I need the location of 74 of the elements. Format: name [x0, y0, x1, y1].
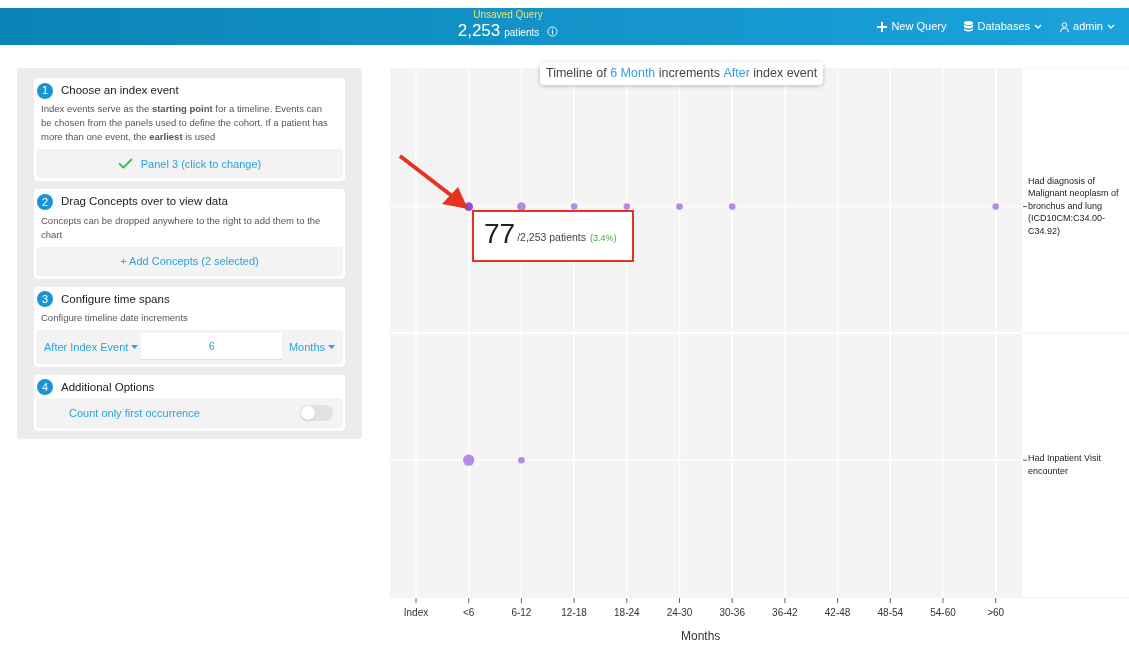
database-icon: [964, 21, 974, 32]
count-percent: (3.4%): [590, 231, 617, 245]
data-point[interactable]: [992, 203, 999, 210]
axis-tick: [415, 597, 417, 604]
count-total: /2,253 patients: [517, 230, 587, 246]
step-title: Additional Options: [61, 379, 155, 395]
plus-icon: [877, 21, 888, 32]
axis-tick: [573, 597, 575, 604]
arrow-annotation: [398, 154, 470, 212]
axis-tick: [1022, 206, 1028, 208]
axis-tick: [679, 597, 680, 604]
patient-count: 2,253: [457, 21, 501, 41]
step-description: Concepts can be dropped anywhere to the right to add them to the chart: [40, 213, 322, 242]
axis-label: 12-18: [561, 606, 587, 620]
axis-label: 48-54: [877, 606, 904, 620]
axis-tick: [1022, 459, 1028, 461]
axis-tick: [889, 597, 891, 604]
axis-tick: [942, 597, 944, 604]
new-query-button[interactable]: New Query: [877, 18, 947, 35]
axis-label: 42-48: [824, 606, 851, 620]
axis-label: 6-12: [511, 606, 532, 620]
data-point[interactable]: [517, 202, 526, 211]
step-number: 4: [37, 379, 53, 396]
step-title: Drag Concepts over to view data: [61, 194, 228, 210]
option-label: Count only first occurrence: [69, 405, 200, 421]
patient-label: patients: [504, 26, 540, 40]
data-point[interactable]: [570, 203, 578, 210]
data-point[interactable]: [676, 203, 683, 210]
axis-label: 36-42: [772, 606, 798, 620]
data-point[interactable]: [623, 203, 631, 210]
axis-label: 30-36: [719, 606, 745, 620]
axis-label: 54-60: [930, 606, 956, 620]
user-menu[interactable]: admin: [1060, 18, 1115, 35]
caret-icon: [131, 344, 139, 349]
series-label: Had Inpatient Visit encounter: [1028, 452, 1102, 478]
index-event-button[interactable]: Panel 3 (click to change): [36, 149, 343, 179]
axis-label: 24-30: [666, 606, 693, 620]
amount-field[interactable]: 6: [141, 333, 283, 361]
axis-tick: [784, 597, 786, 604]
step-number: 1: [37, 82, 53, 99]
axis-label: 18-24: [614, 606, 640, 620]
data-point[interactable]: [728, 203, 736, 210]
count-value: 77: [484, 220, 516, 248]
axis-label: Index: [403, 606, 429, 620]
axis-title: Months: [681, 628, 721, 645]
step-number: 3: [37, 291, 53, 308]
data-point[interactable]: [463, 454, 475, 466]
toggle-switch[interactable]: [300, 405, 333, 421]
user-icon: [1060, 21, 1070, 32]
query-name: Unsaved Query: [473, 9, 543, 21]
axis-tick: [468, 597, 470, 604]
info-icon[interactable]: [547, 25, 559, 37]
step-number: 2: [37, 193, 53, 210]
direction-dropdown[interactable]: After Index Event: [36, 338, 142, 355]
axis-tick: [626, 597, 628, 604]
timeline-title: Timeline of 6 Month increments After index event: [540, 62, 824, 85]
axis-tick: [837, 597, 839, 604]
series-label: Had diagnosis of Malignant neoplasm of bronchus and lung (ICD10CM:C34.00-C34.92): [1028, 174, 1120, 238]
caret-icon: [328, 344, 335, 349]
step-title: Choose an index event: [61, 83, 179, 98]
add-concepts-button[interactable]: + Add Concepts (2 selected): [36, 246, 343, 276]
step-title: Configure time spans: [61, 291, 170, 307]
step-description: Index events serve as the starting point for a timeline. Events can be chosen from the panels used to define the cohort. If a patient has more than one event, the earliest is used: [40, 102, 329, 145]
axis-tick: [731, 597, 733, 604]
step-description: Configure timeline date increments: [40, 310, 189, 325]
chevron-down-icon: [1107, 23, 1115, 30]
chevron-down-icon: [1034, 23, 1043, 30]
data-point[interactable]: [518, 456, 525, 464]
databases-menu[interactable]: Databases: [964, 18, 1043, 35]
axis-tick: [995, 597, 997, 604]
axis-tick: [520, 597, 522, 604]
unit-dropdown[interactable]: Months: [288, 338, 343, 355]
axis-label: >60: [987, 606, 1005, 620]
axis-label: <6: [463, 606, 475, 620]
